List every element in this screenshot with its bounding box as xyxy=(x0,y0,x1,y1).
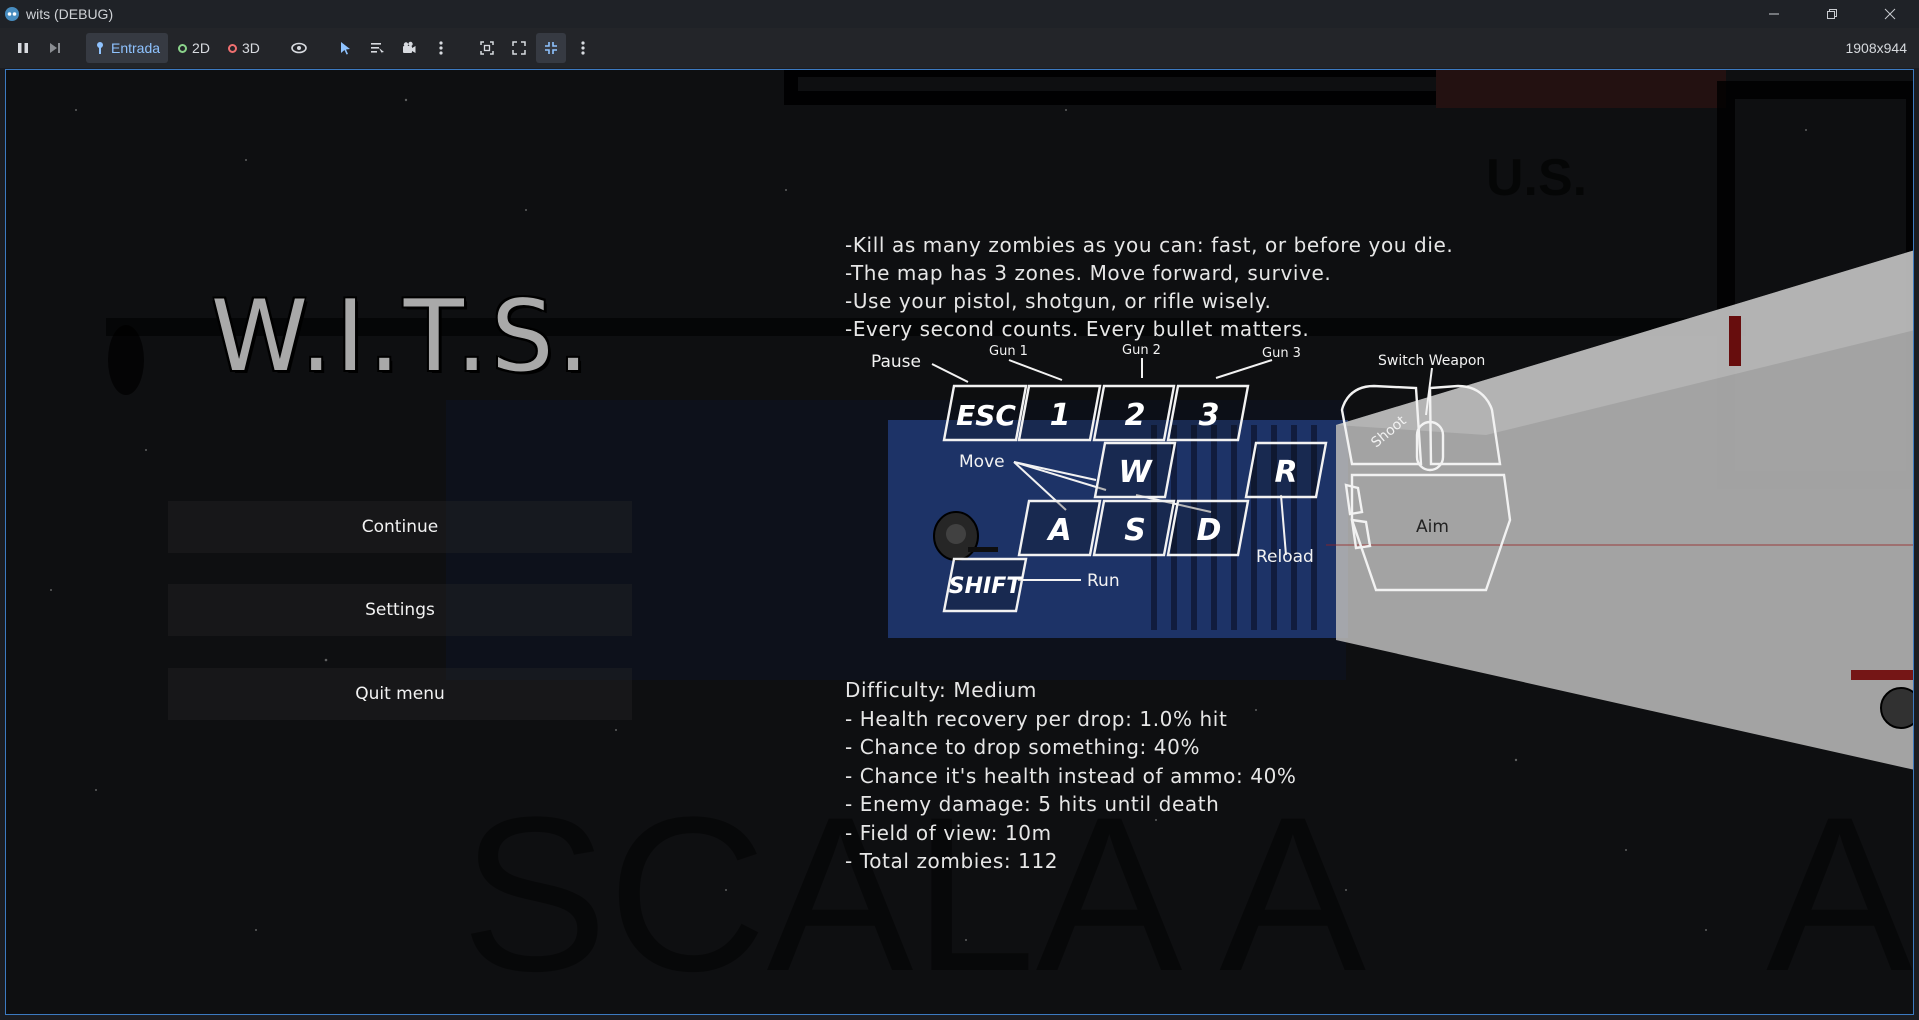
pause-label: Pause xyxy=(871,352,921,372)
key-esc-label: ESC xyxy=(956,399,1016,432)
difficulty-panel: Difficulty: Medium - Health recovery per… xyxy=(845,676,1297,876)
tab-entrada[interactable]: Entrada xyxy=(86,33,169,63)
difficulty-line: - Total zombies: 112 xyxy=(845,849,1059,873)
gun2-label: Gun 2 xyxy=(1122,343,1161,358)
gun1-label: Gun 1 xyxy=(989,344,1028,359)
restore-icon xyxy=(1827,9,1837,19)
difficulty-line: - Enemy damage: 5 hits until death xyxy=(845,792,1220,816)
cursor-icon xyxy=(340,42,350,55)
next-frame-icon xyxy=(50,43,60,53)
key-r-label: R xyxy=(1274,455,1297,490)
resolution-label: 1908x944 xyxy=(1845,40,1907,56)
tab-label: Entrada xyxy=(111,40,161,56)
expand-icon xyxy=(512,41,526,55)
godot-icon xyxy=(5,7,19,21)
circle-3d-icon xyxy=(227,43,237,53)
restore-button[interactable] xyxy=(1803,0,1861,28)
list-cursor-icon xyxy=(370,43,384,55)
difficulty-line: - Chance to drop something: 40% xyxy=(845,735,1201,759)
reload-label: Reload xyxy=(1256,547,1314,567)
kebab-menu-icon xyxy=(581,41,585,55)
key-shift-label: SHIFT xyxy=(949,574,1023,599)
switch-weapon-label: Switch Weapon xyxy=(1378,353,1485,369)
run-label: Run xyxy=(1087,571,1120,591)
difficulty-title: Difficulty: Medium xyxy=(845,678,1037,702)
kebab-menu-icon xyxy=(439,41,443,55)
pause-button[interactable] xyxy=(8,33,38,63)
input-icon xyxy=(97,42,103,54)
camera-override-button[interactable] xyxy=(394,33,424,63)
camera-icon xyxy=(402,41,416,53)
minimize-icon xyxy=(1769,13,1779,15)
close-button[interactable] xyxy=(1861,0,1919,28)
circle-2d-icon xyxy=(178,43,188,53)
key-3-label: 3 xyxy=(1199,398,1220,433)
focus-frame-icon xyxy=(480,41,494,55)
difficulty-line: - Health recovery per drop: 1.0% hit xyxy=(845,706,1228,731)
difficulty-line: - Chance it's health instead of ammo: 40… xyxy=(845,763,1297,788)
more-options-button[interactable] xyxy=(426,33,456,63)
list-select-button[interactable] xyxy=(362,33,392,63)
eye-icon xyxy=(291,42,307,54)
select-tool-button[interactable] xyxy=(330,33,360,63)
window-titlebar: wits (DEBUG) xyxy=(0,0,1919,28)
move-label: Move xyxy=(959,452,1005,472)
tab-3d[interactable]: 3D xyxy=(220,33,268,63)
key-a-label: A xyxy=(1046,513,1071,548)
key-2-label: 2 xyxy=(1125,398,1146,433)
aim-label: Aim xyxy=(1416,517,1449,537)
close-icon xyxy=(1884,8,1896,20)
gun3-label: Gun 3 xyxy=(1262,346,1301,361)
tab-label: 3D xyxy=(241,40,260,56)
stretch-button[interactable] xyxy=(535,33,566,63)
difficulty-line: - Field of view: 10m xyxy=(845,820,1052,845)
fullscreen-icon xyxy=(544,42,557,54)
shoot-label: Shoot xyxy=(1368,413,1410,452)
key-w-label: W xyxy=(1118,455,1153,490)
visibility-button[interactable] xyxy=(284,33,314,63)
tab-label: 2D xyxy=(192,40,210,56)
key-d-label: D xyxy=(1197,513,1222,548)
pause-icon xyxy=(18,43,28,53)
debug-toolbar: Entrada 2D 3D 1908x944 xyxy=(0,28,1919,68)
keep-aspect-button[interactable] xyxy=(504,33,534,63)
next-frame-button[interactable] xyxy=(40,33,70,63)
tab-2d[interactable]: 2D xyxy=(170,33,218,63)
minimize-button[interactable] xyxy=(1745,0,1803,28)
window-title: wits (DEBUG) xyxy=(26,6,114,22)
key-s-label: S xyxy=(1124,513,1146,548)
key-1-label: 1 xyxy=(1050,398,1071,433)
game-viewport[interactable]: SCALA A A U.S. W.I.T.S. Continue Setting… xyxy=(5,69,1914,1015)
embed-options-button[interactable] xyxy=(568,33,598,63)
embed-button[interactable] xyxy=(472,33,502,63)
mouse-diagram xyxy=(1340,384,1512,592)
